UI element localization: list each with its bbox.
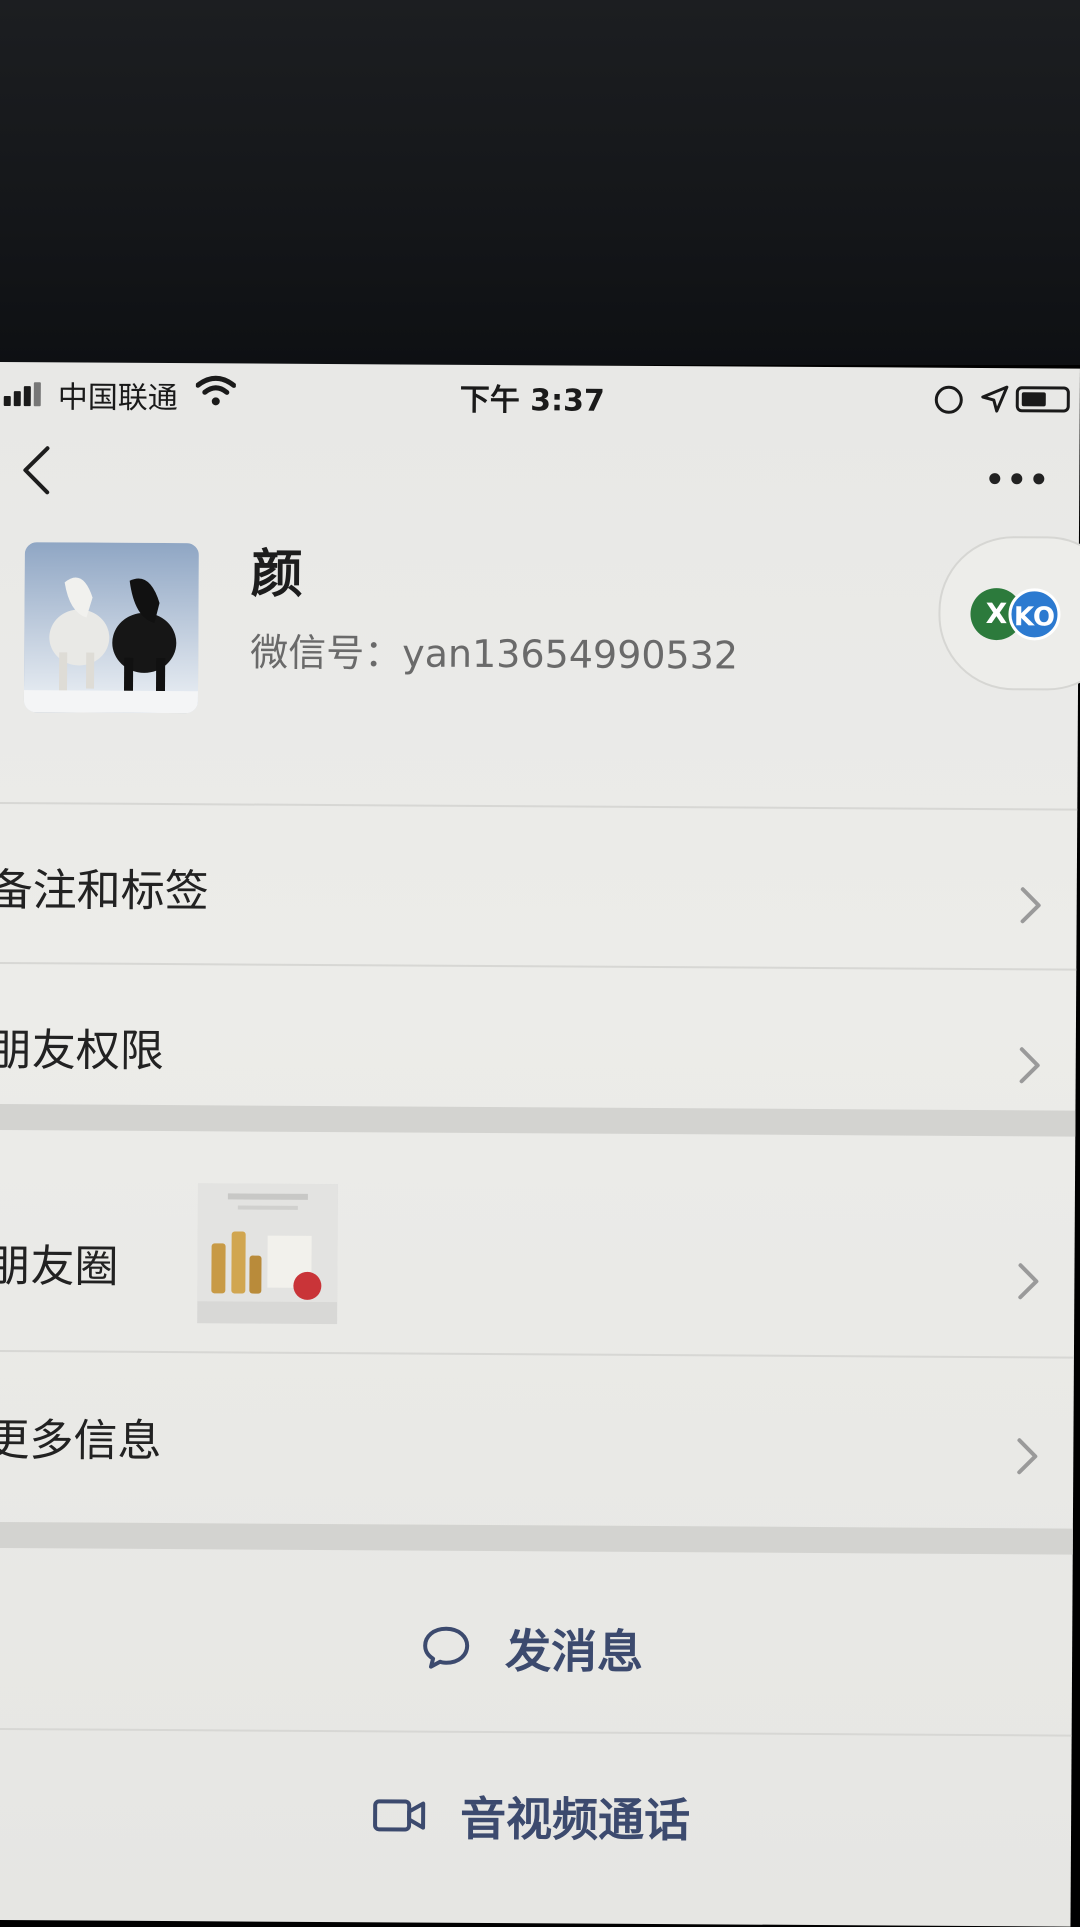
status-bar: 中国联通 下午 3:37 — [0, 362, 1080, 429]
clock: 下午 3:37 — [459, 382, 605, 419]
row-more-info[interactable]: 更多信息 — [0, 1352, 1074, 1509]
send-message-label: 发消息 — [504, 1624, 644, 1679]
signal-icon — [3, 382, 44, 407]
blue-badge: KO — [1008, 588, 1061, 641]
divider — [0, 1727, 1072, 1737]
avatar[interactable] — [23, 542, 199, 714]
chevron-right-icon — [1020, 887, 1041, 924]
row-label: 备注和标签 — [0, 864, 209, 918]
floating-badge-pill[interactable]: X KO — [938, 535, 1080, 691]
contact-name: 颜 — [250, 544, 303, 605]
row-remarks-tags[interactable]: 备注和标签 — [0, 804, 1077, 971]
send-message-button[interactable]: 发消息 — [0, 1612, 1072, 1685]
chat-bubble-icon — [423, 1626, 470, 1669]
row-moments[interactable]: 朋友圈 — [0, 1130, 1075, 1357]
wechat-id: 微信号：yan13654990532 — [250, 630, 739, 678]
rotation-lock-icon — [934, 385, 963, 414]
back-chevron-icon[interactable] — [17, 442, 57, 498]
video-camera-icon — [373, 1799, 426, 1832]
wifi-icon — [195, 375, 236, 406]
av-call-button[interactable]: 音视频通话 — [0, 1780, 1071, 1853]
carrier-label: 中国联通 — [57, 380, 178, 417]
av-call-label: 音视频通话 — [459, 1791, 691, 1848]
section-gap — [0, 1521, 1073, 1555]
more-dots-icon[interactable] — [989, 473, 1049, 489]
row-friend-permissions[interactable]: 朋友权限 — [0, 964, 1076, 1111]
row-label: 更多信息 — [0, 1414, 162, 1468]
chevron-right-icon — [1017, 1438, 1038, 1475]
row-label: 朋友圈 — [0, 1240, 119, 1293]
chevron-right-icon — [1019, 1047, 1040, 1084]
battery-icon — [1015, 386, 1070, 413]
location-arrow-icon — [981, 385, 1009, 413]
row-label: 朋友权限 — [0, 1024, 164, 1078]
chevron-right-icon — [1018, 1263, 1039, 1300]
phone-screen: 中国联通 下午 3:37 颜 微信号：yan13654990532 X KO 备… — [0, 362, 1080, 1927]
camera-dark-background — [0, 0, 1080, 365]
moments-thumbnail[interactable] — [197, 1183, 338, 1325]
